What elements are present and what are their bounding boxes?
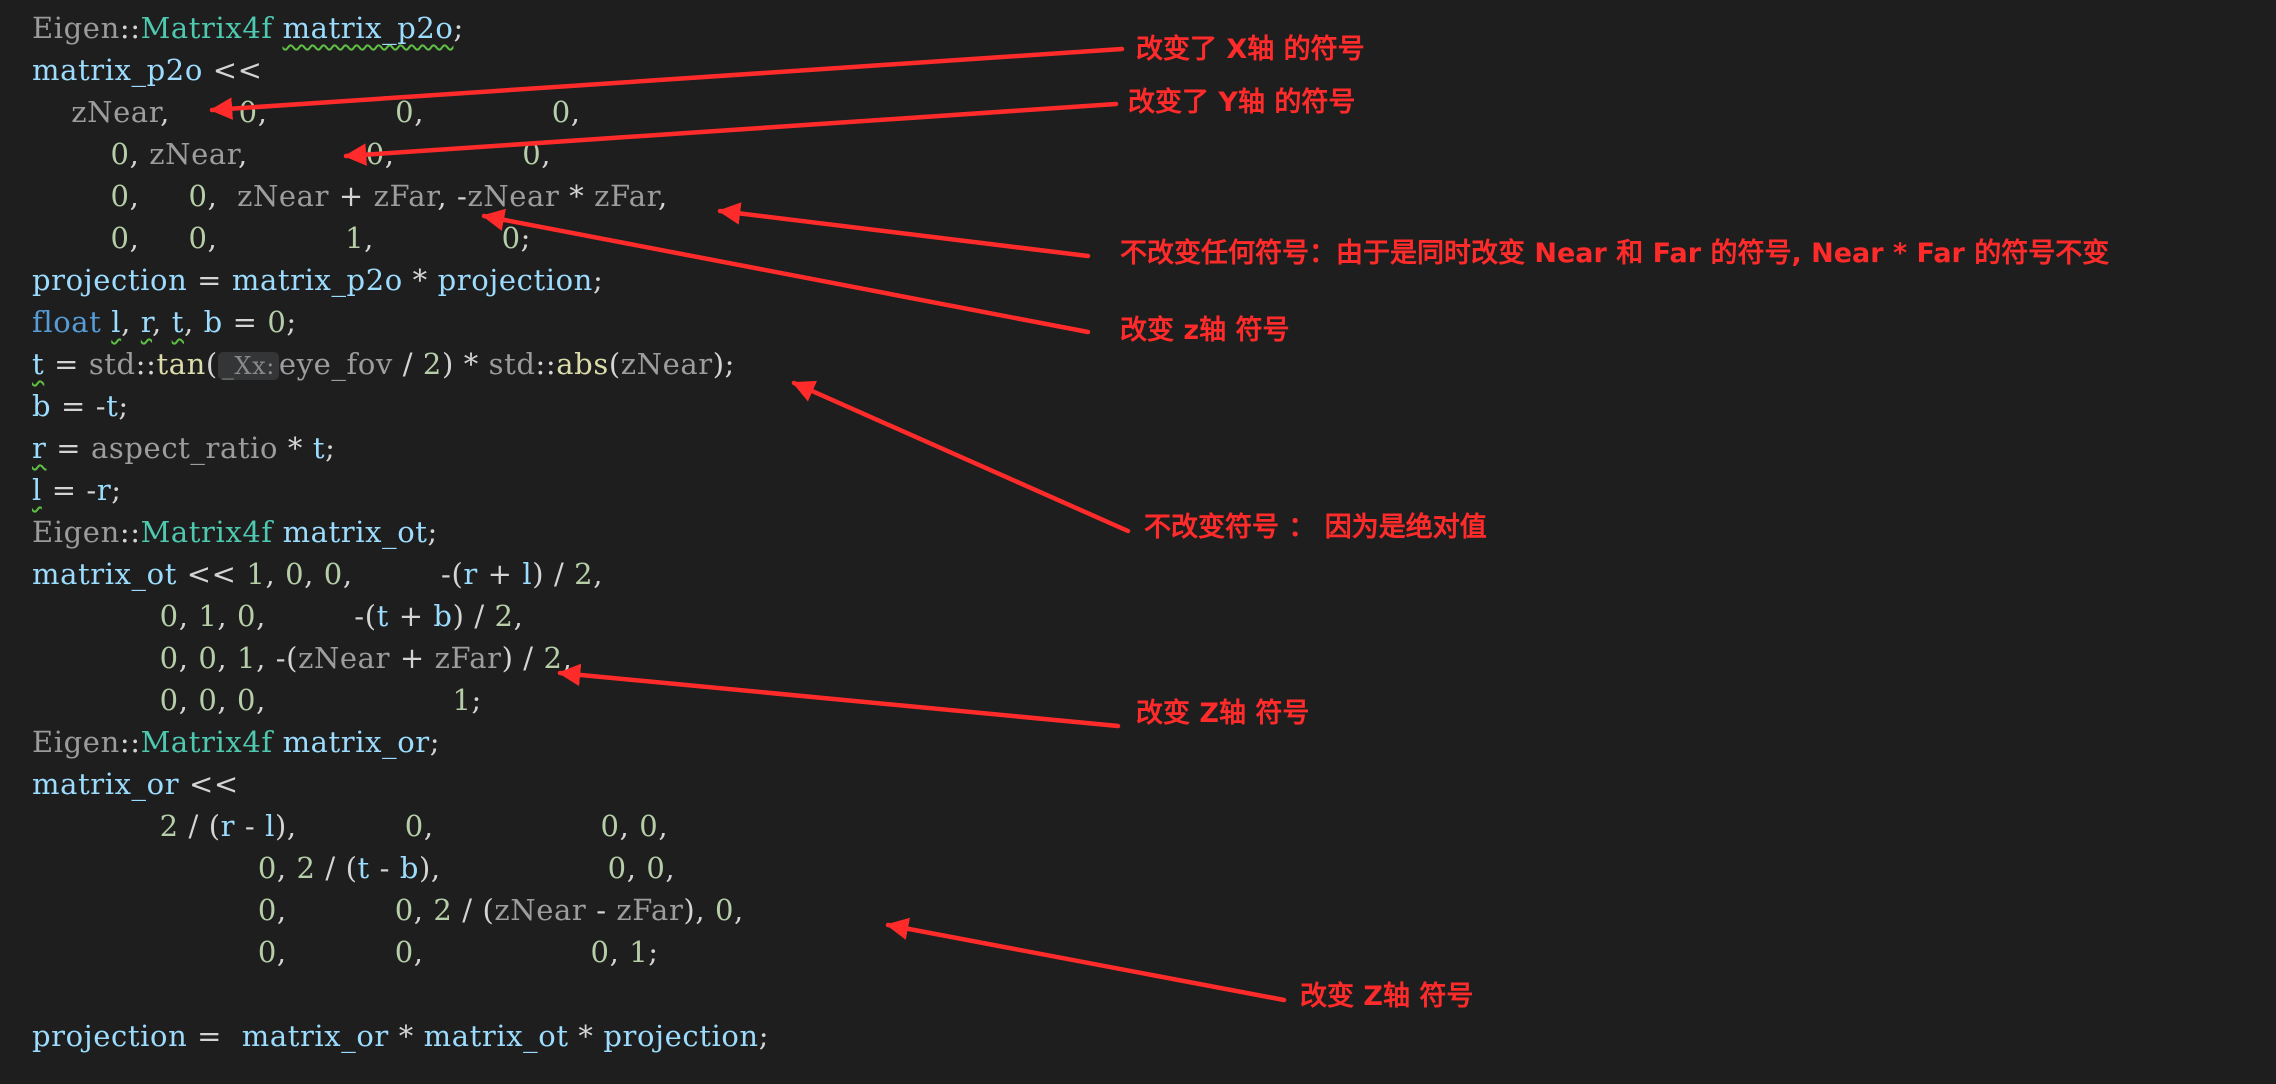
annotation-arrows [209,46,1287,1003]
arrow-abs-value [791,380,1131,534]
arrow-no-sign-change [717,202,1091,259]
arrow-z-axis-3 [885,917,1287,1003]
arrow-y-axis [343,101,1119,166]
arrow-z-axis-1 [481,208,1091,335]
arrow-z-axis-2 [557,663,1121,729]
arrow-x-axis [209,46,1125,120]
